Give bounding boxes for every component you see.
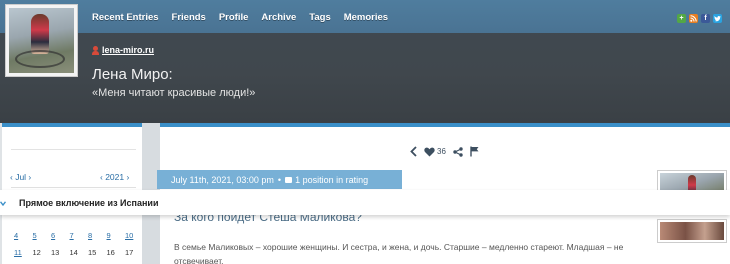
entry-body: В семье Маликовых – хорошие женщины. И с… xyxy=(174,242,624,264)
calendar-day-link[interactable]: 11 xyxy=(14,248,33,257)
journal-header: Recent Entries Friends Profile Archive T… xyxy=(0,0,730,123)
nav-recent-entries[interactable]: Recent Entries xyxy=(92,12,159,23)
rating-icon xyxy=(285,176,293,183)
top-nav: Recent Entries Friends Profile Archive T… xyxy=(92,12,401,23)
entry-rating[interactable]: 1 position in rating xyxy=(295,175,368,185)
site-link-text[interactable]: lena-miro.ru xyxy=(102,45,154,55)
calendar-week-row: 4 5 6 7 8 9 10 xyxy=(14,231,144,240)
nav-tags[interactable]: Tags xyxy=(309,12,330,23)
calendar-day-link[interactable]: 4 xyxy=(14,231,33,240)
sidebar-divider xyxy=(11,149,136,150)
entry-title[interactable]: За кого пойдет Стеша Маликова? xyxy=(174,215,362,225)
calendar-day-link[interactable]: 10 xyxy=(125,231,144,240)
calendar-year-nav[interactable]: ‹ 2021 › xyxy=(100,172,129,182)
journal-title: Лена Миро: xyxy=(92,66,173,83)
user-icon xyxy=(92,45,99,55)
nav-archive[interactable]: Archive xyxy=(261,12,296,23)
flag-icon[interactable] xyxy=(470,146,479,157)
calendar-month-nav[interactable]: ‹ Jul › xyxy=(10,172,31,182)
entry-thumbnail[interactable] xyxy=(657,219,727,243)
calendar-day: 17 xyxy=(125,248,134,257)
add-icon[interactable]: + xyxy=(677,14,686,23)
entry-title-text[interactable]: За кого пойдет Стеша Маликова? xyxy=(174,215,362,224)
calendar-day: 15 xyxy=(88,248,97,257)
calendar-day: 12 xyxy=(32,248,41,257)
calendar-day: 14 xyxy=(69,248,78,257)
twitter-icon[interactable] xyxy=(713,14,722,23)
share-icon[interactable] xyxy=(453,146,463,157)
facebook-icon[interactable]: f xyxy=(701,14,710,23)
chevron-down-icon[interactable] xyxy=(0,198,10,208)
like-button[interactable]: 36 xyxy=(424,147,446,157)
avatar[interactable] xyxy=(5,4,78,77)
entry-date[interactable]: July 11th, 2021, 03:00 pm xyxy=(171,175,274,185)
like-count: 36 xyxy=(437,147,446,156)
site-link[interactable]: lena-miro.ru xyxy=(92,45,154,55)
nav-friends[interactable]: Friends xyxy=(172,12,206,23)
floating-entry-bar[interactable]: Прямое включение из Испании xyxy=(0,190,730,215)
heart-icon xyxy=(424,147,435,156)
calendar-day-link[interactable]: 7 xyxy=(70,231,89,240)
entry-actions: 36 xyxy=(410,146,479,157)
journal-subtitle: «Меня читают красивые люди!» xyxy=(92,87,256,99)
calendar-day-link[interactable]: 6 xyxy=(51,231,70,240)
nav-memories[interactable]: Memories xyxy=(344,12,388,23)
calendar-day-link[interactable]: 5 xyxy=(33,231,52,240)
calendar-day: 13 xyxy=(51,248,60,257)
calendar-day: 16 xyxy=(106,248,115,257)
floating-entry-title[interactable]: Прямое включение из Испании xyxy=(19,198,158,208)
calendar-day-link[interactable]: 8 xyxy=(88,231,107,240)
rss-icon[interactable] xyxy=(689,14,698,23)
calendar-day-link[interactable]: 9 xyxy=(107,231,126,240)
calendar-divider xyxy=(11,187,136,188)
entry-date-bar: July 11th, 2021, 03:00 pm • 1 position i… xyxy=(157,170,402,189)
nav-profile[interactable]: Profile xyxy=(219,12,249,23)
avatar-image xyxy=(9,8,74,73)
calendar-week-row: 11 12 13 14 15 16 17 xyxy=(14,248,144,257)
social-icons: + f xyxy=(677,14,722,23)
prev-entry-icon[interactable] xyxy=(410,146,417,157)
